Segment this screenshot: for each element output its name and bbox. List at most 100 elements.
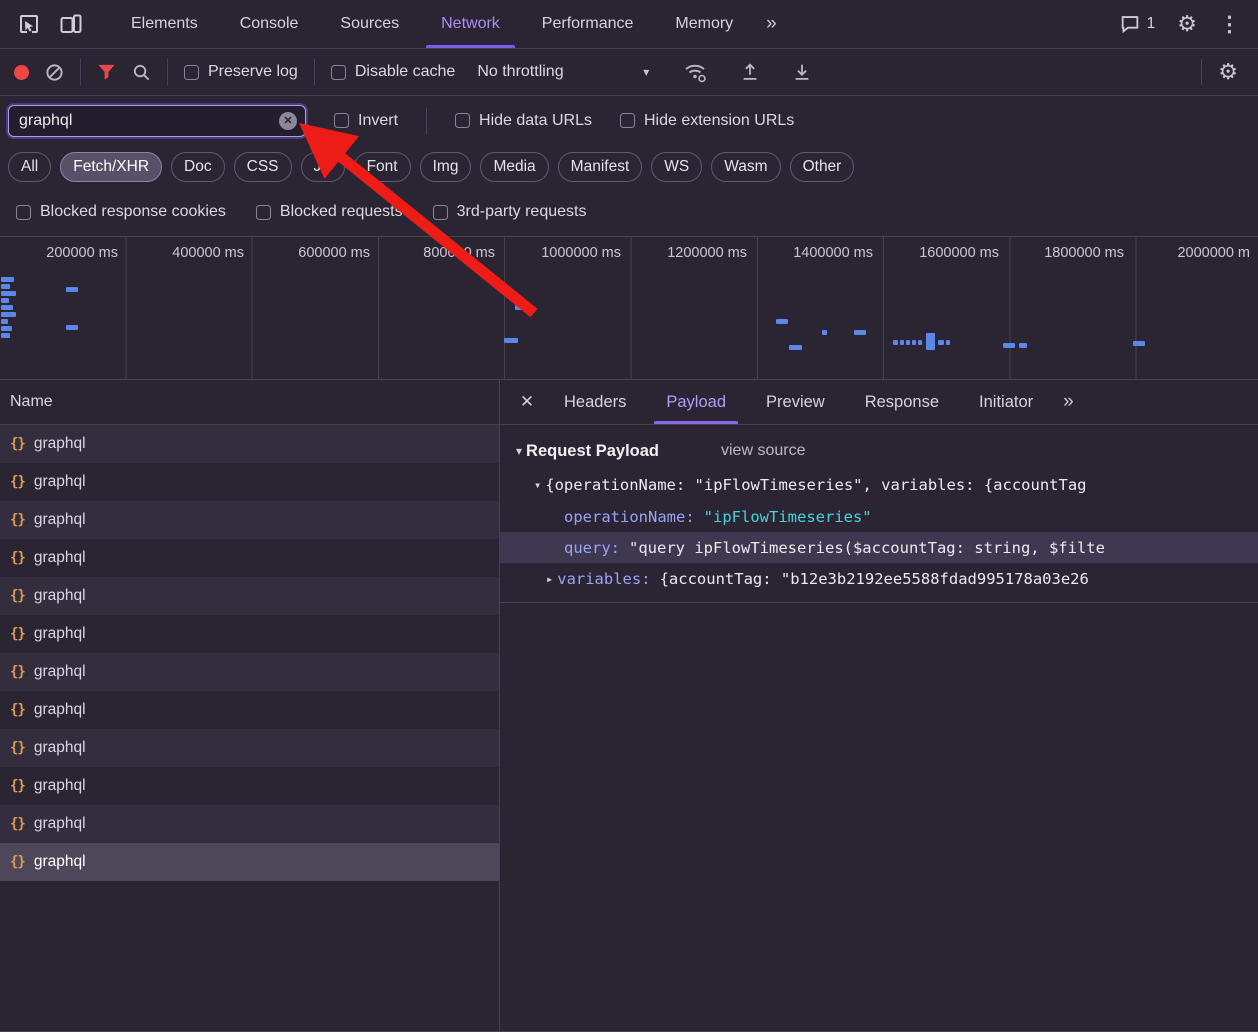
- payload-entry-operation-name[interactable]: operationName: "ipFlowTimeseries": [500, 501, 1258, 532]
- devtools-window: Elements Console Sources Network Perform…: [0, 0, 1258, 1032]
- export-har-icon[interactable]: [791, 61, 813, 83]
- import-har-icon[interactable]: [739, 61, 761, 83]
- request-name: graphql: [33, 625, 86, 642]
- view-source-link[interactable]: view source: [721, 442, 805, 460]
- request-row[interactable]: {} graphql: [0, 691, 499, 729]
- tab-sources[interactable]: Sources: [319, 0, 420, 48]
- disable-cache-checkbox[interactable]: Disable cache: [330, 63, 455, 81]
- network-conditions-icon[interactable]: [683, 61, 707, 83]
- chip-manifest[interactable]: Manifest: [557, 151, 643, 182]
- inspect-element-icon[interactable]: [8, 0, 50, 49]
- device-toolbar-icon[interactable]: [50, 0, 92, 49]
- request-row[interactable]: {} graphql: [0, 539, 499, 577]
- chip-doc[interactable]: Doc: [171, 151, 225, 182]
- chip-ws[interactable]: WS: [651, 151, 703, 182]
- dropdown-arrow-icon: ▾: [643, 65, 650, 79]
- request-row[interactable]: {} graphql: [0, 653, 499, 691]
- request-rows: {} graphql {} graphql {} graphql {} graphql …: [0, 425, 499, 881]
- blocked-response-cookies-checkbox[interactable]: Blocked response cookies: [16, 203, 226, 221]
- invert-checkbox[interactable]: Invert: [334, 112, 398, 130]
- request-name: graphql: [33, 549, 86, 566]
- request-name: graphql: [33, 853, 86, 870]
- request-row[interactable]: {} graphql: [0, 615, 499, 653]
- tab-payload[interactable]: Payload: [646, 380, 746, 424]
- payload-divider: [500, 602, 1258, 603]
- chip-img[interactable]: Img: [419, 151, 472, 182]
- request-row[interactable]: {} graphql: [0, 425, 499, 463]
- preserve-log-label: Preserve log: [208, 63, 298, 80]
- request-name: graphql: [33, 587, 86, 604]
- payload-root-node[interactable]: ▾ {operationName: "ipFlowTimeseries", va…: [500, 469, 1258, 501]
- blocked-requests-label: Blocked requests: [279, 203, 403, 220]
- tab-response[interactable]: Response: [845, 380, 959, 424]
- collapse-caret-icon: ▾: [534, 478, 542, 492]
- network-settings-gear-icon[interactable]: ⚙: [1218, 59, 1238, 85]
- request-name: graphql: [33, 815, 86, 832]
- request-name: graphql: [33, 435, 86, 452]
- filter-icon[interactable]: [97, 63, 116, 81]
- toolbar-right-cluster: 1 ⚙ ⋮: [1120, 11, 1250, 37]
- fetch-xhr-icon: {}: [10, 436, 26, 452]
- blocked-response-cookies-label: Blocked response cookies: [40, 203, 226, 220]
- fetch-xhr-icon: {}: [10, 702, 26, 718]
- request-row[interactable]: {} graphql: [0, 501, 499, 539]
- hide-data-urls-label: Hide data URLs: [479, 111, 592, 129]
- tab-performance[interactable]: Performance: [521, 0, 655, 48]
- blocked-requests-checkbox[interactable]: Blocked requests: [255, 203, 403, 221]
- request-row[interactable]: {} graphql: [0, 805, 499, 843]
- more-tabs-icon[interactable]: »: [754, 0, 789, 48]
- chip-fetch-xhr[interactable]: Fetch/XHR: [60, 151, 163, 182]
- message-bubble-icon: [1121, 16, 1138, 33]
- more-detail-tabs-icon[interactable]: »: [1063, 391, 1074, 413]
- record-network-log-icon[interactable]: [14, 64, 29, 80]
- issues-count: 1: [1146, 15, 1156, 32]
- filter-row: ✕ Invert Hide data URLs Hide extension U…: [0, 96, 1258, 145]
- payload-root-text: {operationName: "ipFlowTimeseries", vari…: [545, 476, 1087, 494]
- expand-caret-icon: ▸: [546, 571, 554, 586]
- tab-preview[interactable]: Preview: [746, 380, 845, 424]
- devtools-main-toolbar: Elements Console Sources Network Perform…: [0, 0, 1258, 49]
- close-details-icon[interactable]: ✕: [510, 392, 544, 412]
- request-row[interactable]: {} graphql: [0, 577, 499, 615]
- request-name: graphql: [33, 663, 86, 680]
- payload-entry-query[interactable]: query: "query ipFlowTimeseries($accountT…: [500, 532, 1258, 563]
- search-icon[interactable]: [132, 63, 151, 82]
- chip-css[interactable]: CSS: [233, 151, 292, 182]
- clear-network-log-icon[interactable]: [45, 63, 64, 82]
- chip-js[interactable]: JS: [300, 151, 345, 182]
- request-row[interactable]: {} graphql: [0, 463, 499, 501]
- checkbox-box: [16, 204, 31, 220]
- fetch-xhr-icon: {}: [10, 588, 26, 604]
- name-column-header[interactable]: Name: [0, 380, 499, 425]
- preserve-log-checkbox[interactable]: Preserve log: [184, 63, 298, 81]
- payload-entry-variables[interactable]: ▸ variables: {accountTag: "b12e3b2192ee5…: [500, 563, 1258, 594]
- issues-counter[interactable]: 1: [1120, 15, 1156, 33]
- more-options-icon[interactable]: ⋮: [1219, 12, 1240, 37]
- hide-data-urls-checkbox[interactable]: Hide data URLs: [455, 112, 592, 130]
- chip-font[interactable]: Font: [353, 151, 411, 182]
- fetch-xhr-icon: {}: [10, 778, 26, 794]
- tab-console[interactable]: Console: [219, 0, 320, 48]
- chip-wasm[interactable]: Wasm: [711, 151, 781, 182]
- settings-gear-icon[interactable]: ⚙: [1177, 11, 1197, 37]
- throttling-select[interactable]: No throttling ▾: [477, 63, 649, 81]
- hide-extension-urls-checkbox[interactable]: Hide extension URLs: [619, 112, 794, 130]
- request-row-selected[interactable]: {} graphql: [0, 843, 499, 881]
- checkbox-box: [330, 64, 346, 80]
- clear-filter-icon[interactable]: ✕: [279, 111, 297, 130]
- filter-text-field[interactable]: [19, 111, 279, 130]
- tab-network[interactable]: Network: [420, 0, 521, 48]
- tab-elements[interactable]: Elements: [110, 0, 219, 48]
- network-overview-timeline[interactable]: 200000 ms 400000 ms 600000 ms 800000 ms …: [0, 236, 1258, 380]
- chip-other[interactable]: Other: [789, 151, 855, 182]
- tab-headers[interactable]: Headers: [544, 380, 646, 424]
- request-row[interactable]: {} graphql: [0, 767, 499, 805]
- tab-initiator[interactable]: Initiator: [959, 380, 1053, 424]
- chip-media[interactable]: Media: [480, 151, 549, 182]
- third-party-requests-checkbox[interactable]: 3rd-party requests: [432, 203, 586, 221]
- request-payload-section[interactable]: ▾ Request Payload view source: [500, 433, 1258, 469]
- tab-memory[interactable]: Memory: [654, 0, 754, 48]
- chip-all[interactable]: All: [8, 151, 52, 182]
- invert-label: Invert: [358, 111, 399, 129]
- request-row[interactable]: {} graphql: [0, 729, 499, 767]
